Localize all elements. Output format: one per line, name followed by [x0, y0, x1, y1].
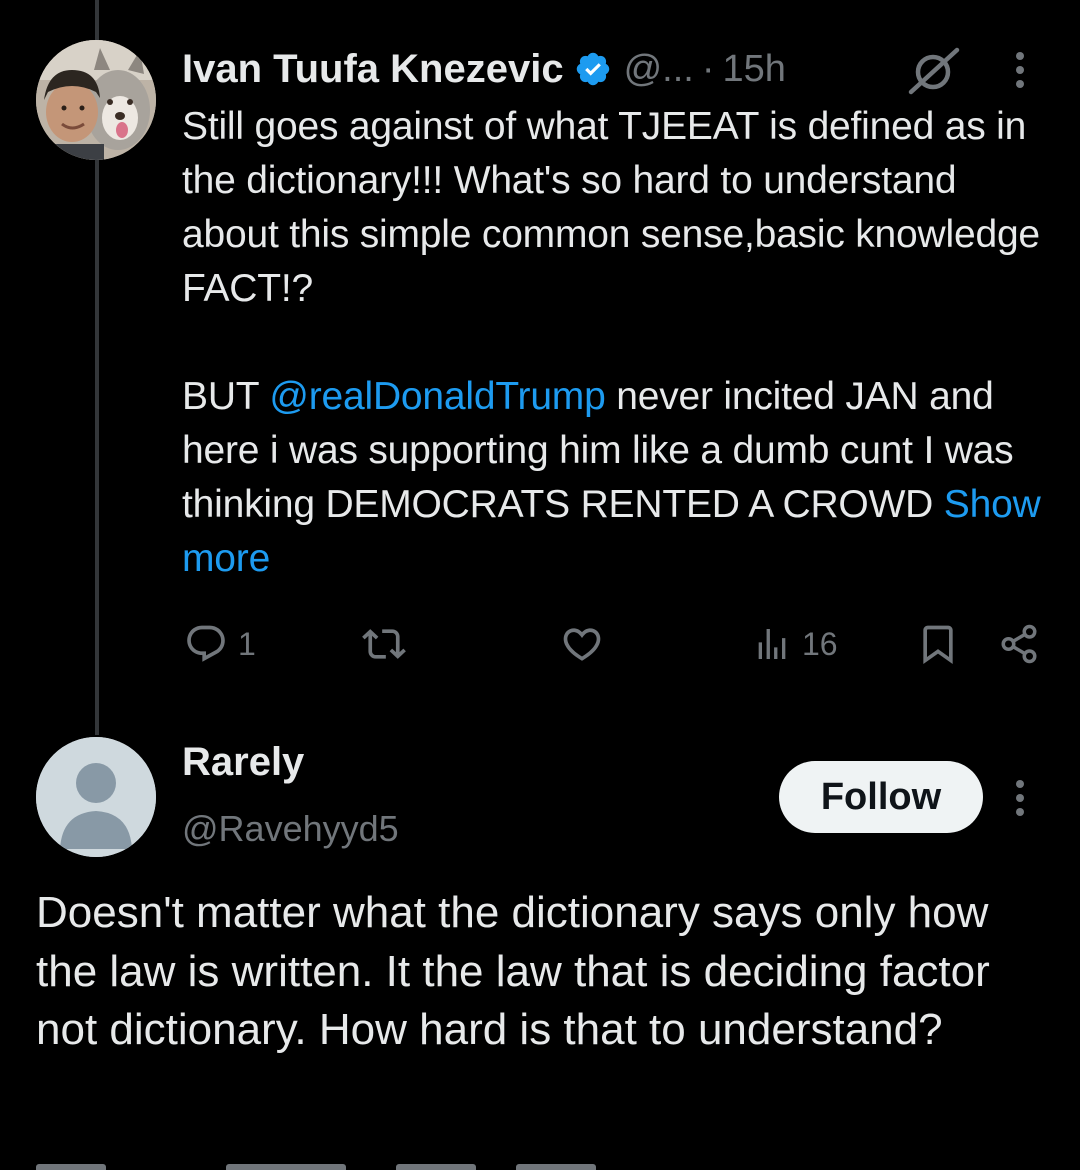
- cut-off-text: [516, 1164, 596, 1170]
- cut-off-text: [396, 1164, 476, 1170]
- more-options-icon[interactable]: [1008, 776, 1032, 820]
- follow-button[interactable]: Follow: [779, 761, 983, 833]
- reply-icon: [187, 625, 225, 662]
- tweet-text: Still goes against of what TJEEAT is def…: [182, 100, 1062, 586]
- views-button[interactable]: 16: [752, 612, 838, 676]
- default-profile-icon: [36, 737, 156, 857]
- tweet-text-paragraph-2: BUT @realDonaldTrump never incited JAN a…: [182, 370, 1062, 586]
- separator-dot: ·: [701, 47, 715, 90]
- tweet-actions: 1 16: [182, 612, 1042, 676]
- reply-text: Doesn't matter what the dictionary says …: [36, 888, 990, 1054]
- grok-icon[interactable]: [905, 46, 961, 96]
- reply-author-name[interactable]: Rarely: [182, 740, 304, 785]
- views-count: 16: [802, 625, 838, 662]
- like-button[interactable]: [560, 612, 614, 676]
- reply-button[interactable]: 1: [184, 612, 256, 676]
- author-handle[interactable]: @...: [624, 48, 694, 91]
- tweet-text-paragraph-1: Still goes against of what TJEEAT is def…: [182, 105, 1040, 310]
- share-button[interactable]: [998, 612, 1040, 676]
- text-segment: BUT: [182, 375, 270, 418]
- cut-off-text: [36, 1164, 106, 1170]
- author-name[interactable]: Ivan Tuufa Knezevic: [182, 47, 564, 92]
- tweet-timestamp[interactable]: 15h: [723, 48, 786, 91]
- retweet-icon: [362, 629, 406, 659]
- cut-off-metadata-row: [36, 1158, 596, 1170]
- heart-icon: [563, 628, 601, 661]
- author-avatar[interactable]: [36, 40, 156, 160]
- views-chart-icon: [758, 629, 786, 659]
- bookmark-icon: [923, 625, 953, 665]
- share-icon: [1001, 624, 1037, 664]
- bookmark-button[interactable]: [916, 612, 960, 676]
- retweet-button[interactable]: [362, 612, 416, 676]
- verified-badge-icon: [576, 52, 609, 86]
- cut-off-text: [226, 1164, 346, 1170]
- more-options-icon[interactable]: [1008, 48, 1032, 92]
- mention-link[interactable]: @realDonaldTrump: [269, 375, 605, 418]
- profile-photo-icon: [36, 40, 156, 160]
- reply-count: 1: [238, 625, 256, 662]
- reply-author-handle[interactable]: @Ravehyyd5: [182, 808, 399, 850]
- reply-author-avatar[interactable]: [36, 737, 156, 857]
